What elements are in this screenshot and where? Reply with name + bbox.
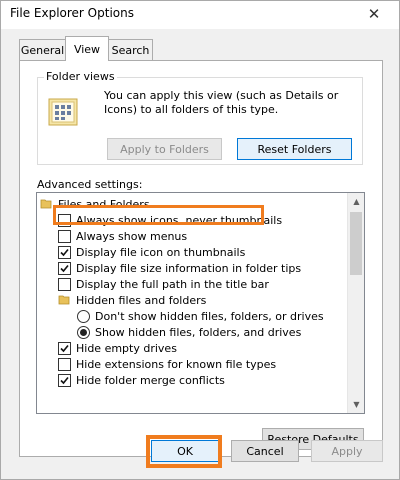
checkbox-checked[interactable] bbox=[58, 373, 71, 387]
close-button[interactable]: ✕ bbox=[357, 2, 391, 26]
checkmark-icon bbox=[60, 376, 69, 384]
setting-display-file-size-info[interactable]: Display file size information in folder … bbox=[58, 260, 364, 276]
checkbox[interactable] bbox=[58, 357, 71, 371]
folder-icon bbox=[40, 199, 52, 209]
dialog-body: General View Search Folder views You can… bbox=[1, 29, 399, 479]
checkbox-checked[interactable] bbox=[58, 341, 71, 355]
tree-folder-hidden-files: Hidden files and folders bbox=[58, 292, 364, 308]
checkmark-icon bbox=[60, 264, 69, 272]
tree-folder-files-and-folders: Files and Folders bbox=[40, 196, 349, 212]
view-tab-panel: Folder views You can apply this view (su… bbox=[19, 60, 383, 457]
title-bar[interactable]: File Explorer Options ✕ bbox=[1, 1, 399, 29]
vertical-scrollbar[interactable]: ▲ ▼ bbox=[347, 193, 364, 413]
file-explorer-options-dialog: File Explorer Options ✕ General View Sea… bbox=[0, 0, 400, 480]
folder-icon bbox=[58, 295, 70, 305]
setting-display-file-icon-thumbnails[interactable]: Display file icon on thumbnails bbox=[58, 244, 364, 260]
folder-views-group: Folder views You can apply this view (su… bbox=[37, 70, 363, 165]
checkbox[interactable] bbox=[58, 229, 71, 243]
advanced-settings-list[interactable]: Files and Folders Always show icons, nev… bbox=[36, 192, 365, 414]
radio-dot bbox=[80, 328, 87, 336]
apply-to-folders-button[interactable]: Apply to Folders bbox=[107, 138, 222, 160]
cancel-button[interactable]: Cancel bbox=[231, 440, 299, 462]
apply-button[interactable]: Apply bbox=[311, 440, 383, 462]
radio-button-selected[interactable] bbox=[77, 325, 90, 339]
tab-general[interactable]: General bbox=[19, 39, 66, 60]
setting-display-full-path[interactable]: Display the full path in the title bar bbox=[58, 276, 364, 292]
checkbox-checked[interactable] bbox=[58, 261, 71, 275]
checkbox[interactable] bbox=[58, 213, 71, 227]
radio-button[interactable] bbox=[77, 309, 90, 323]
ok-button[interactable]: OK bbox=[151, 440, 219, 462]
checkmark-icon bbox=[60, 248, 69, 256]
scroll-up-arrow-icon[interactable]: ▲ bbox=[348, 193, 364, 210]
checkmark-icon bbox=[60, 344, 69, 352]
setting-always-show-menus[interactable]: Always show menus bbox=[58, 228, 364, 244]
setting-show-hidden[interactable]: Show hidden files, folders, and drives bbox=[77, 324, 364, 340]
folder-views-description: You can apply this view (such as Details… bbox=[104, 89, 339, 116]
setting-hide-extensions[interactable]: Hide extensions for known file types bbox=[58, 356, 364, 372]
setting-hide-empty-drives[interactable]: Hide empty drives bbox=[58, 340, 364, 356]
scrollbar-thumb[interactable] bbox=[350, 212, 362, 275]
checkbox[interactable] bbox=[58, 277, 71, 291]
reset-folders-button[interactable]: Reset Folders bbox=[237, 138, 352, 160]
folder-view-icon bbox=[48, 98, 78, 126]
window-title: File Explorer Options bbox=[10, 6, 134, 20]
tab-view[interactable]: View bbox=[65, 36, 109, 61]
scroll-down-arrow-icon[interactable]: ▼ bbox=[348, 396, 364, 413]
checkbox-checked[interactable] bbox=[58, 245, 71, 259]
setting-hide-merge-conflicts[interactable]: Hide folder merge conflicts bbox=[58, 372, 364, 388]
setting-dont-show-hidden[interactable]: Don't show hidden files, folders, or dri… bbox=[77, 308, 364, 324]
folder-views-label: Folder views bbox=[44, 70, 117, 83]
tab-search[interactable]: Search bbox=[108, 39, 153, 60]
setting-always-show-icons[interactable]: Always show icons, never thumbnails bbox=[58, 212, 364, 228]
advanced-settings-label: Advanced settings: bbox=[37, 178, 143, 191]
